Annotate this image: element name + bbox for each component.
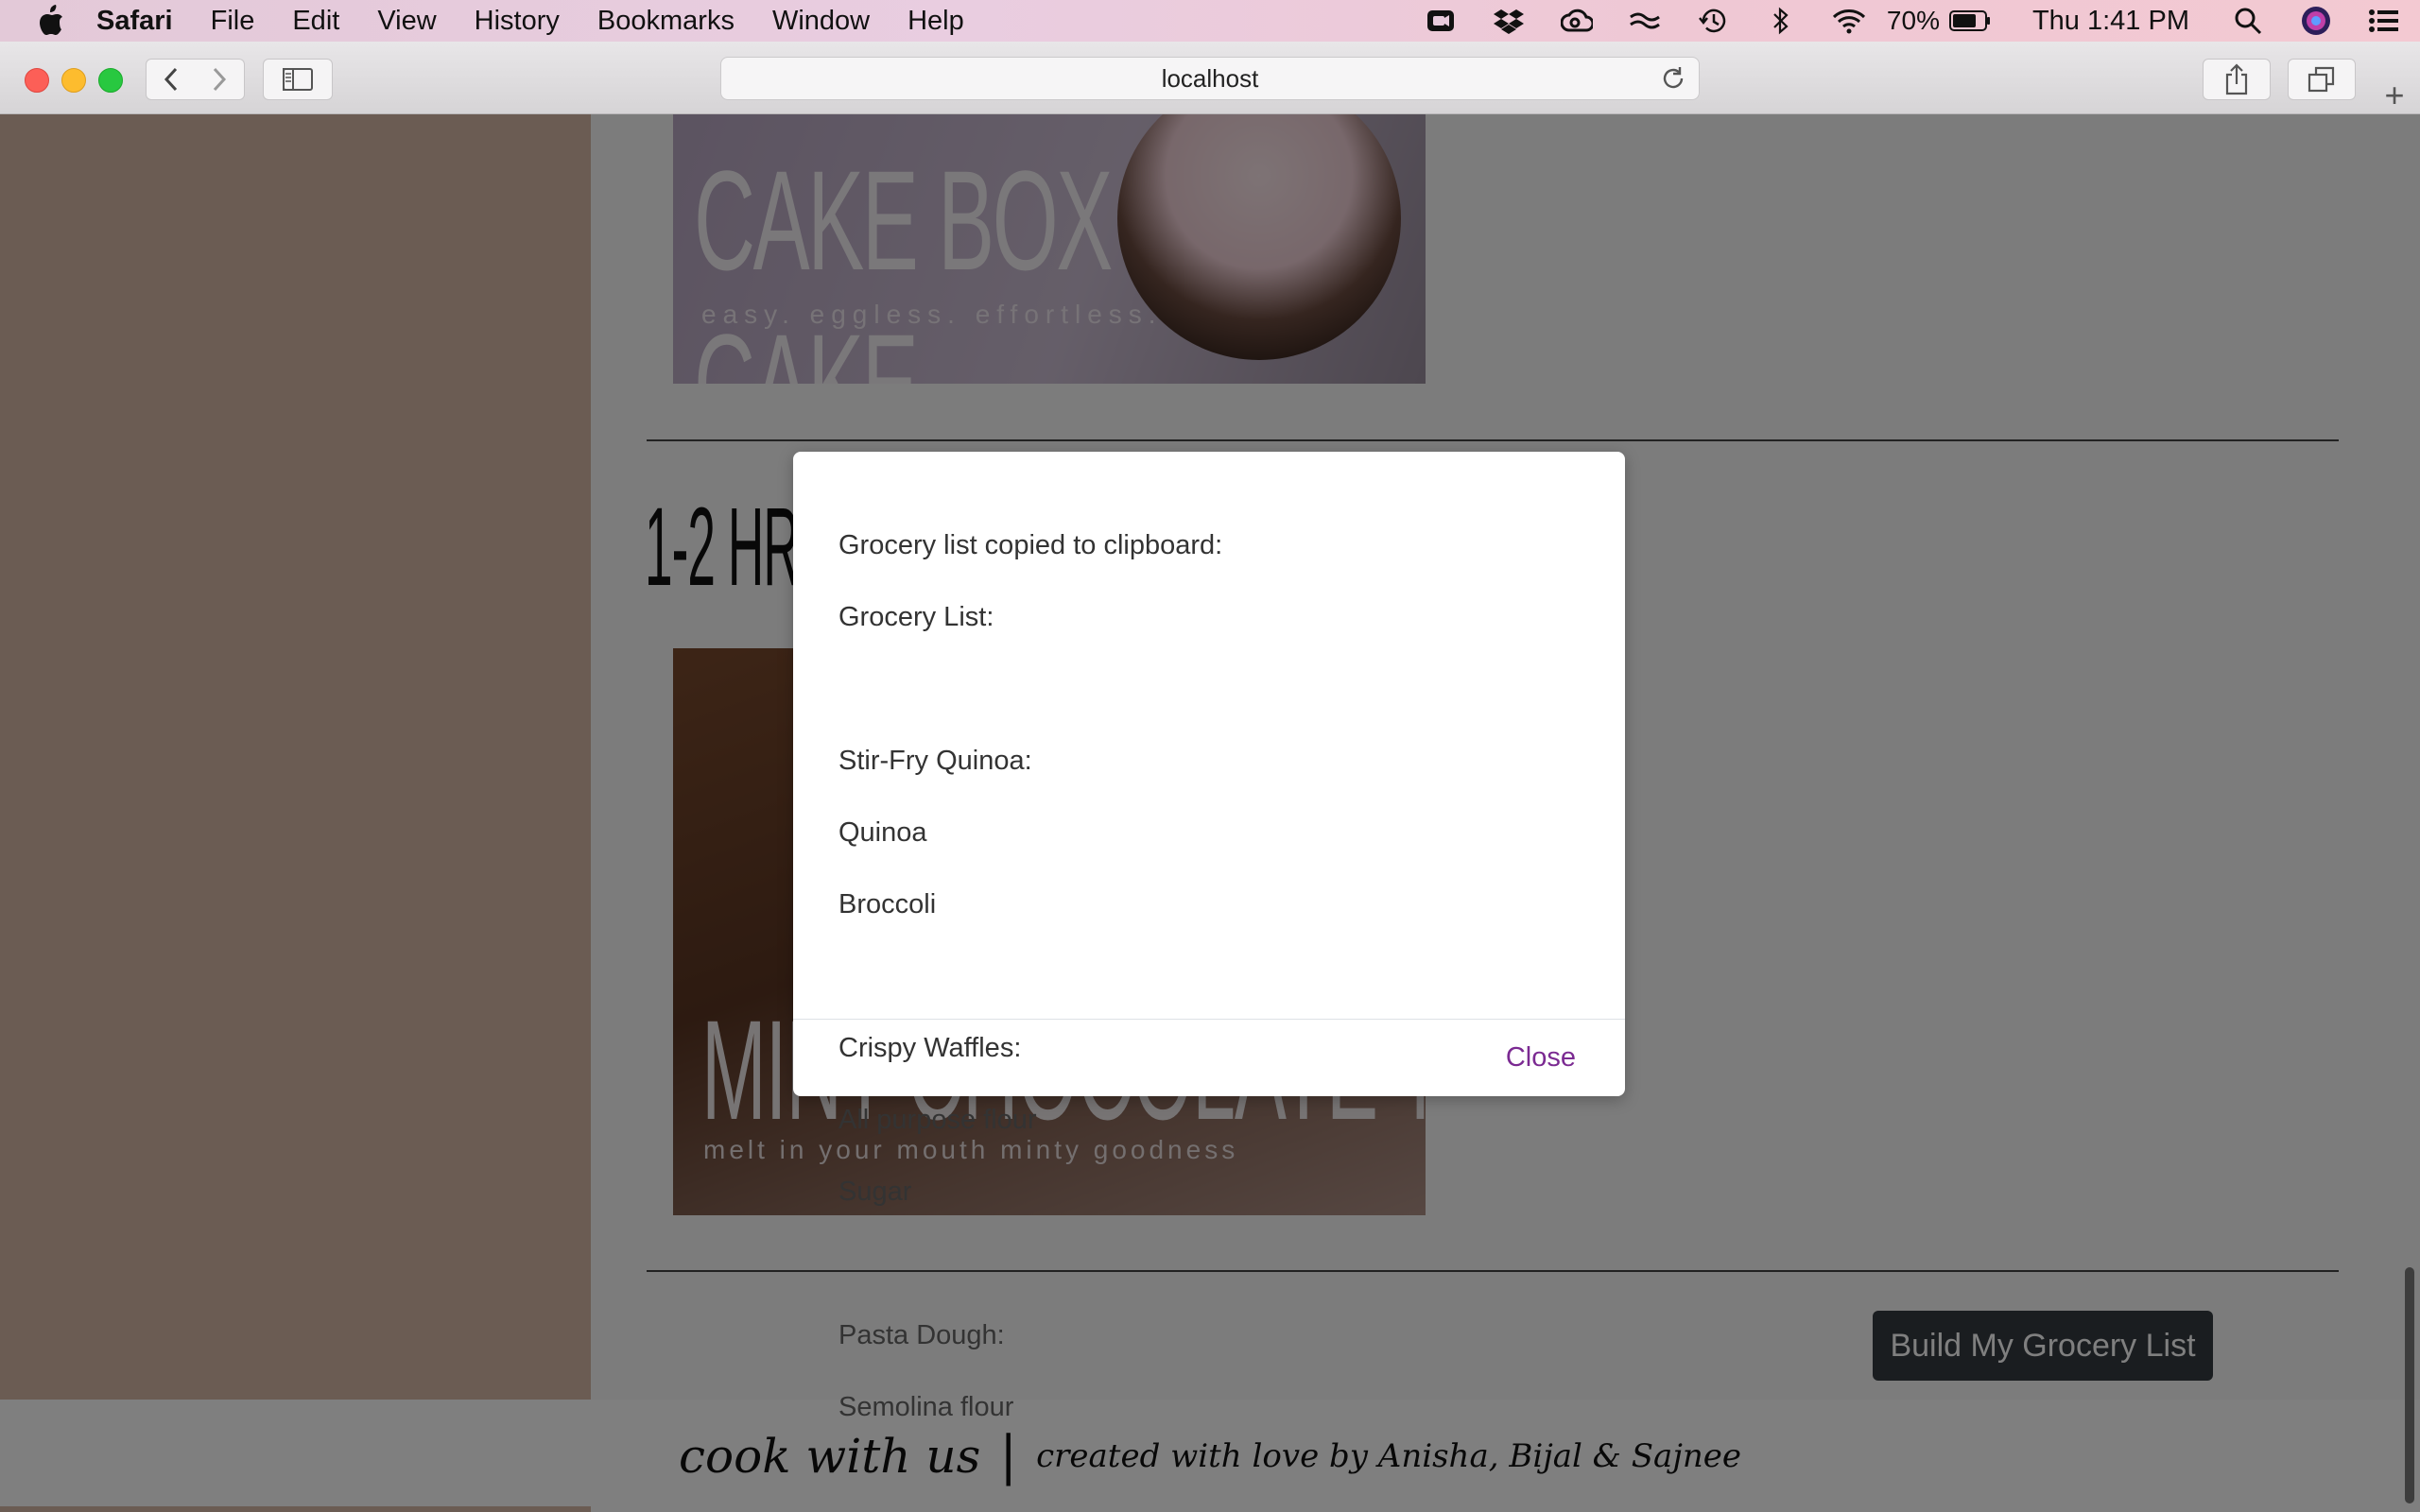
modal-line: Grocery list copied to clipboard: <box>838 530 1223 560</box>
tabs-overview-icon <box>2308 66 2335 93</box>
apple-logo-icon[interactable] <box>38 5 64 37</box>
share-button[interactable] <box>2203 59 2271 100</box>
new-tab-icon[interactable]: + <box>2378 76 2411 114</box>
modal-line: Sugar <box>838 1177 912 1207</box>
menu-history[interactable]: History <box>475 6 560 37</box>
modal-line: Stir-Fry Quinoa: <box>838 746 1032 776</box>
creative-cloud-icon[interactable] <box>1560 7 1594 35</box>
modal-line <box>838 958 1587 994</box>
menu-view[interactable]: View <box>377 6 436 37</box>
back-button[interactable] <box>146 59 197 100</box>
forward-button[interactable] <box>195 59 245 100</box>
menu-app-name[interactable]: Safari <box>96 6 173 37</box>
sidebar-toggle-button[interactable] <box>263 59 333 100</box>
menu-file[interactable]: File <box>211 6 255 37</box>
chevron-right-icon <box>213 67 227 92</box>
modal-line <box>838 1246 1587 1281</box>
window-minimize-button[interactable] <box>61 68 86 93</box>
notification-center-icon[interactable] <box>2367 7 2401 35</box>
sidebar-icon <box>283 68 313 91</box>
browser-toolbar: localhost + <box>0 42 2420 114</box>
video-camera-icon[interactable] <box>1424 7 1458 35</box>
status-area: 70% Thu 1:41 PM <box>1390 0 2420 42</box>
address-bar[interactable]: localhost <box>720 57 1700 100</box>
dropbox-icon[interactable] <box>1492 7 1526 35</box>
bluetooth-icon[interactable] <box>1764 7 1798 35</box>
window-close-button[interactable] <box>25 68 49 93</box>
window-zoom-button[interactable] <box>98 68 123 93</box>
menu-help[interactable]: Help <box>908 6 964 37</box>
chevron-left-icon <box>164 67 178 92</box>
grocery-list-modal: Grocery list copied to clipboard: Grocer… <box>793 452 1625 1422</box>
modal-line: Broccoli <box>838 889 937 919</box>
modal-line: Quinoa <box>838 817 927 848</box>
menu-window[interactable]: Window <box>772 6 870 37</box>
address-text: localhost <box>1161 63 1259 93</box>
time-machine-icon[interactable] <box>1696 7 1730 35</box>
spotlight-search-icon[interactable] <box>2231 7 2265 35</box>
siri-icon[interactable] <box>2299 7 2333 35</box>
modal-footer-divider <box>793 1019 1625 1020</box>
battery-icon[interactable] <box>1948 7 1991 35</box>
menu-bookmarks[interactable]: Bookmarks <box>597 6 735 37</box>
modal-line: Pasta Dough: <box>838 1320 1005 1350</box>
modal-line: Grocery List: <box>838 602 994 632</box>
show-tabs-button[interactable] <box>2288 59 2356 100</box>
battery-percent: 70% <box>1886 6 1940 35</box>
share-icon <box>2225 63 2248 95</box>
menu-bar: Safari File Edit View History Bookmarks … <box>0 0 2420 42</box>
reload-icon[interactable] <box>1659 64 1687 93</box>
modal-line: Semolina flour <box>838 1392 1014 1422</box>
menu-clock[interactable]: Thu 1:41 PM <box>2032 6 2189 37</box>
waves-icon[interactable] <box>1628 7 1662 35</box>
modal-line <box>838 671 1587 707</box>
modal-close-button[interactable]: Close <box>1506 1042 1576 1074</box>
modal-line: All purpose flour <box>838 1105 1037 1135</box>
wifi-icon[interactable] <box>1832 7 1866 35</box>
menu-edit[interactable]: Edit <box>292 6 339 37</box>
modal-body: Grocery list copied to clipboard: Grocer… <box>838 491 1587 1461</box>
modal-line: Crispy Waffles: <box>838 1033 1022 1063</box>
